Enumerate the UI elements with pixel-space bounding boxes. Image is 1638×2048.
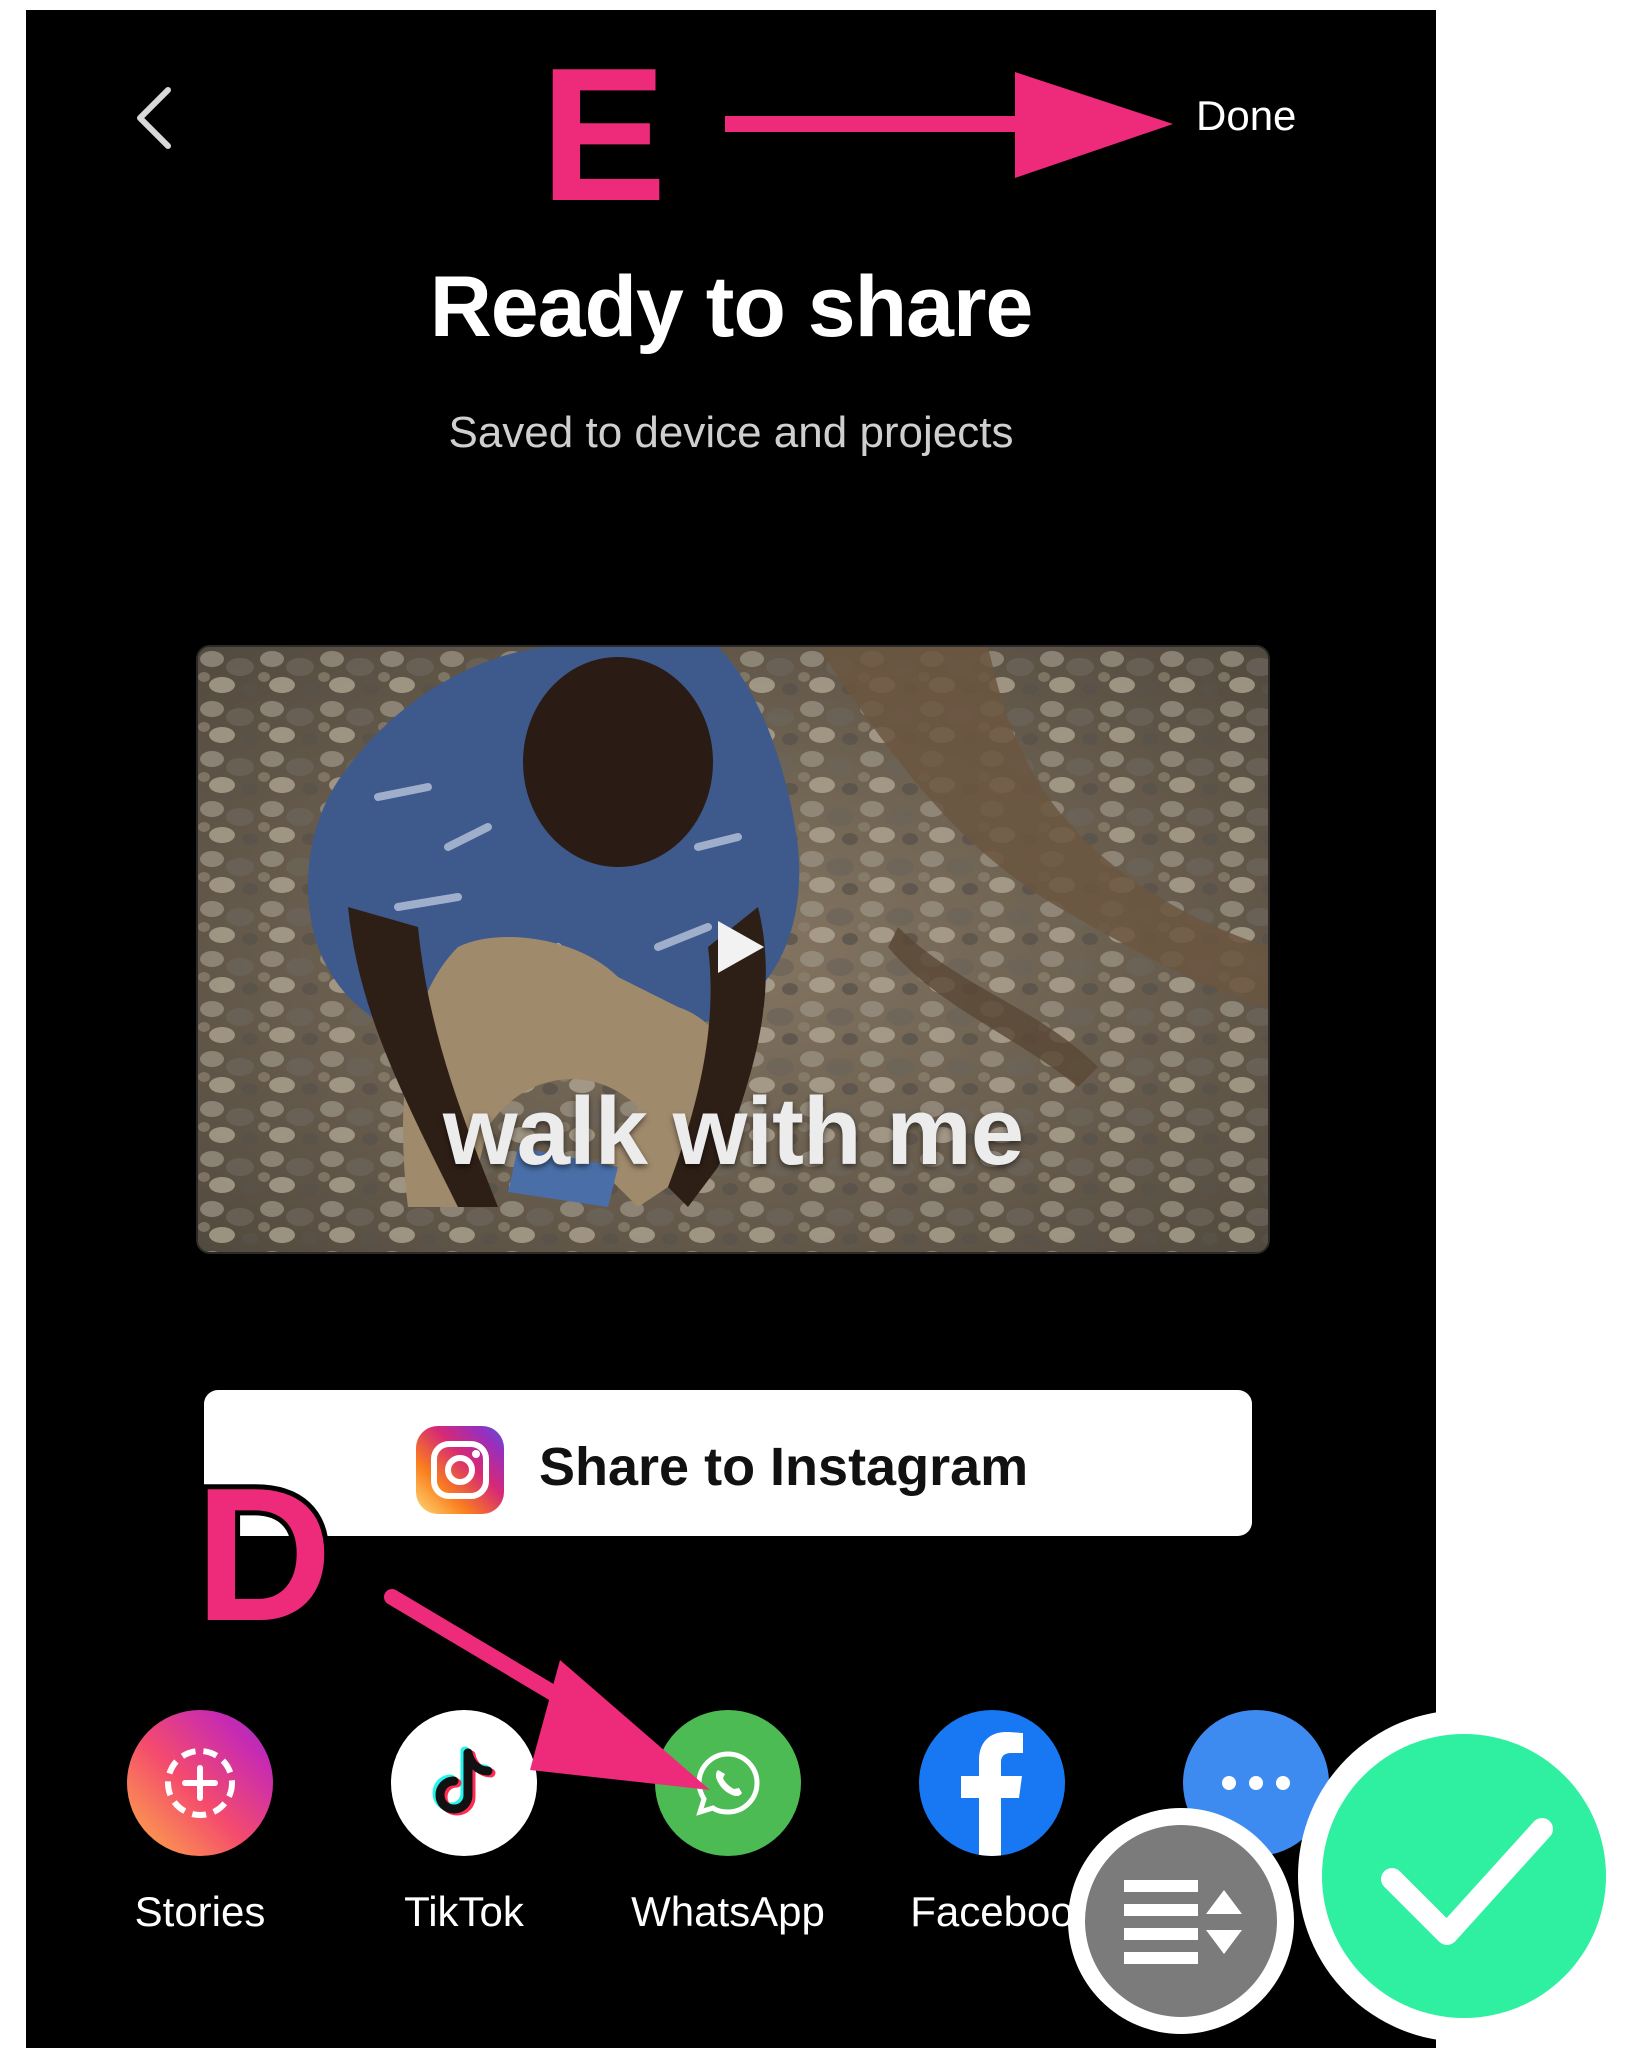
share-to-instagram-label: Share to Instagram (539, 1437, 1029, 1497)
video-preview[interactable]: walk with me (196, 645, 1270, 1254)
share-target-label: WhatsApp (631, 1888, 825, 1935)
done-button[interactable]: Done (1196, 92, 1296, 140)
back-button[interactable] (116, 72, 186, 162)
reorder-button[interactable] (1068, 1808, 1294, 2034)
share-to-instagram-button[interactable]: Share to Instagram (204, 1390, 1252, 1536)
reorder-list-icon (1085, 1825, 1277, 2017)
confirm-button[interactable] (1298, 1710, 1630, 2042)
annotation-letter-e: E (540, 29, 667, 241)
annotation-arrow-d-icon (384, 1589, 710, 1790)
stories-icon (127, 1710, 273, 1856)
share-target-stories[interactable]: Stories (80, 1710, 320, 1936)
share-target-label: TikTok (404, 1888, 524, 1935)
share-target-label: Stories (134, 1888, 266, 1935)
checkmark-icon (1322, 1734, 1606, 2018)
page-title: Ready to share (429, 259, 1034, 355)
facebook-icon (919, 1710, 1065, 1856)
chevron-left-icon (137, 87, 171, 149)
page-subtitle: Saved to device and projects (448, 408, 1014, 457)
instagram-icon (416, 1426, 504, 1514)
annotation-arrow-e-icon (725, 72, 1173, 178)
annotation-letter-d: D (190, 1449, 337, 1661)
share-screen: Done Ready to share Saved to device and … (26, 10, 1436, 2048)
play-icon[interactable] (708, 917, 768, 977)
video-caption: walk with me (442, 1078, 1024, 1185)
